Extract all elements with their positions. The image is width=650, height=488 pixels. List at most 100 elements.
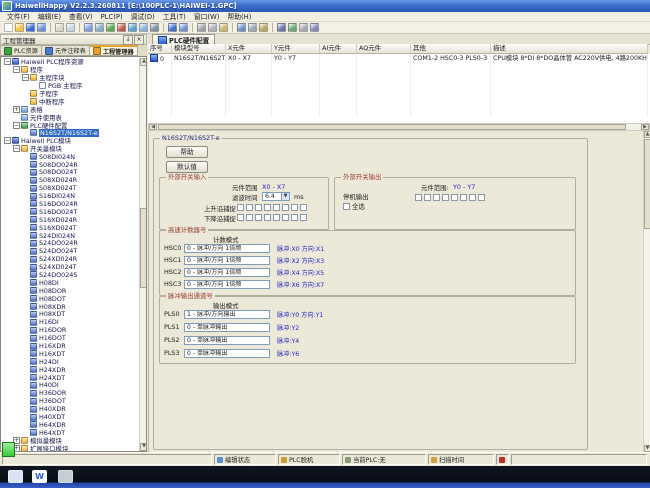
column-header-0[interactable]: 序号 — [148, 44, 172, 54]
tree-item[interactable]: PGB 主程序 — [2, 82, 139, 90]
tree-item[interactable]: H16XDR — [2, 342, 139, 350]
element-table-icon[interactable] — [139, 23, 148, 32]
tree-item[interactable]: H16DOT — [2, 334, 139, 342]
scroll-left-icon[interactable]: ◀ — [149, 124, 157, 130]
expand-icon[interactable]: − — [4, 58, 11, 65]
tree-item[interactable]: H40DI — [2, 382, 139, 390]
checkbox[interactable] — [291, 204, 298, 211]
tree-item[interactable]: 子程序 — [2, 90, 139, 98]
undo-icon[interactable] — [168, 23, 177, 32]
pin-icon[interactable]: ↓ — [123, 35, 133, 45]
find-icon[interactable] — [150, 23, 159, 32]
upload-icon[interactable] — [117, 23, 126, 32]
menu-item-5[interactable]: 工具(T) — [159, 12, 190, 22]
checkbox[interactable] — [442, 194, 449, 201]
config-scroll-thumb[interactable] — [644, 139, 650, 229]
checkbox[interactable] — [264, 204, 271, 211]
tree-item[interactable]: −Haiwell PLC程序资源 — [2, 58, 139, 66]
hsc1-mode-input[interactable]: 0 - 脉冲/方向 1倍频 — [184, 256, 270, 265]
default-button[interactable]: 默认值 — [166, 161, 208, 173]
checkbox[interactable] — [237, 214, 244, 221]
tree-item[interactable]: H16DI — [2, 318, 139, 326]
tree-item[interactable]: H64XDT — [2, 429, 139, 437]
tree-item[interactable]: S16DO024T — [2, 208, 139, 216]
column-header-3[interactable]: Y元件 — [272, 44, 320, 54]
expand-icon[interactable]: − — [13, 122, 20, 129]
pls3-mode-input[interactable]: 0 - 单脉冲输出 — [184, 349, 270, 358]
online-monitor-icon[interactable] — [128, 23, 137, 32]
tree-item[interactable]: H64XDR — [2, 421, 139, 429]
print-preview-icon[interactable] — [66, 23, 75, 32]
table-row[interactable]: 0N16S2T/N16S2T-eX0 - X7Y0 - Y7COM1-2 HSC… — [148, 54, 650, 63]
column-header-6[interactable]: 其他 — [411, 44, 491, 54]
checkbox[interactable] — [282, 204, 289, 211]
menu-item-1[interactable]: 编辑(E) — [34, 12, 65, 22]
column-header-4[interactable]: AI元件 — [320, 44, 357, 54]
redo-icon[interactable] — [179, 23, 188, 32]
checkbox[interactable] — [300, 214, 307, 221]
scroll-down-icon[interactable]: ▼ — [644, 445, 650, 452]
menu-item-0[interactable]: 文件(F) — [3, 12, 34, 22]
hsc3-mode-input[interactable]: 0 - 脉冲/方向 1倍频 — [184, 280, 270, 289]
hardware-config-icon[interactable] — [277, 23, 286, 32]
tree-item[interactable]: H08DI — [2, 279, 139, 287]
expand-icon[interactable]: − — [22, 74, 29, 81]
checkbox[interactable] — [282, 214, 289, 221]
tree-item[interactable]: S24DO024R — [2, 239, 139, 247]
column-header-7[interactable]: 描述 — [491, 44, 648, 54]
expand-icon[interactable]: − — [13, 145, 20, 152]
tree-item[interactable]: −Haiwell PLC模块 — [2, 137, 139, 145]
tree-item[interactable]: H08XDR — [2, 303, 139, 311]
hscroll-thumb[interactable] — [158, 124, 626, 130]
tree-item[interactable]: 中断程序 — [2, 97, 139, 105]
checkbox[interactable] — [451, 194, 458, 201]
tree-item[interactable]: H40XDR — [2, 405, 139, 413]
sidebar-tab-元件注释表[interactable]: 元件注释表 — [42, 45, 90, 56]
tree-item[interactable]: H08DOR — [2, 287, 139, 295]
checkbox[interactable] — [433, 194, 440, 201]
checkbox[interactable] — [469, 194, 476, 201]
tree-item[interactable]: S08XD024R — [2, 176, 139, 184]
tree-item[interactable]: S08DI024N — [2, 153, 139, 161]
tree-item[interactable]: S16XD024T — [2, 224, 139, 232]
hsc2-mode-input[interactable]: 0 - 脉冲/方向 1倍频 — [184, 268, 270, 277]
checkbox[interactable] — [273, 214, 280, 221]
save-icon[interactable] — [26, 23, 35, 32]
tree-item[interactable]: S24DO024T — [2, 247, 139, 255]
tree-item[interactable]: S16XD024R — [2, 216, 139, 224]
download-icon[interactable] — [106, 23, 115, 32]
checkbox[interactable] — [478, 194, 485, 201]
tree-scroll-thumb[interactable] — [140, 208, 147, 288]
scroll-up-icon[interactable]: ▲ — [140, 58, 147, 66]
wps-app-icon[interactable]: W — [32, 470, 47, 483]
config-scrollbar[interactable]: ▲ ▼ — [643, 131, 650, 452]
checkbox[interactable] — [264, 214, 271, 221]
expand-icon[interactable]: − — [13, 66, 20, 73]
scroll-up-icon[interactable]: ▲ — [644, 131, 650, 138]
sidebar-tab-工程管理器[interactable]: 工程管理器 — [90, 45, 138, 56]
column-header-2[interactable]: X元件 — [226, 44, 272, 54]
instruction-lib-icon[interactable] — [237, 23, 246, 32]
tree-item[interactable]: S08DO024T — [2, 168, 139, 176]
tree-item[interactable]: H40XDT — [2, 413, 139, 421]
pls0-mode-input[interactable]: 1 - 脉冲/方向输出 — [184, 310, 270, 319]
checkbox[interactable] — [291, 214, 298, 221]
select-all-checkbox[interactable] — [343, 203, 350, 210]
tree-item[interactable]: −开关量模块 — [2, 145, 139, 153]
hsc0-mode-input[interactable]: 0 - 脉冲/方向 1倍频 — [184, 244, 270, 253]
checkbox[interactable] — [424, 194, 431, 201]
compile-icon[interactable] — [84, 23, 93, 32]
menu-item-3[interactable]: PLC(P) — [97, 12, 127, 22]
cut-icon[interactable] — [197, 23, 206, 32]
tree-item[interactable]: S24XD024T — [2, 263, 139, 271]
network-icon[interactable] — [288, 23, 297, 32]
table-horizontal-scrollbar[interactable]: ◀ ▶ — [148, 123, 650, 131]
options-icon[interactable] — [259, 23, 268, 32]
close-icon[interactable]: × — [134, 35, 144, 45]
paste-icon[interactable] — [219, 23, 228, 32]
tree-item[interactable]: H36DOT — [2, 397, 139, 405]
tree-item[interactable]: +模拟量模块 — [2, 437, 139, 445]
filter-time-select[interactable]: 6.4 ▼ — [262, 192, 290, 201]
tree-item[interactable]: H16DOR — [2, 326, 139, 334]
checkbox[interactable] — [255, 204, 262, 211]
